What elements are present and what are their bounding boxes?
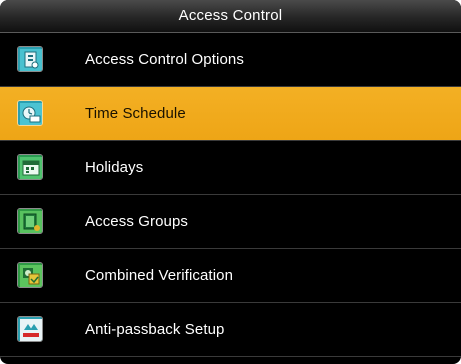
menu-item-label: Combined Verification: [85, 266, 234, 284]
access-groups-icon: [17, 208, 43, 234]
access-control-menu: Access Control Options Time Schedule Hol…: [0, 33, 461, 357]
menu-item-holidays[interactable]: Holidays: [0, 141, 461, 195]
anti-passback-icon: [17, 316, 43, 342]
page-title: Access Control: [0, 0, 461, 33]
time-schedule-icon: [17, 100, 43, 126]
menu-item-time-schedule[interactable]: Time Schedule: [0, 87, 461, 141]
combined-verification-icon: [17, 262, 43, 288]
menu-item-label: Time Schedule: [85, 104, 186, 122]
menu-item-access-control-options[interactable]: Access Control Options: [0, 33, 461, 87]
menu-item-label: Holidays: [85, 158, 144, 176]
menu-item-anti-passback-setup[interactable]: Anti-passback Setup: [0, 303, 461, 357]
menu-item-label: Access Control Options: [85, 50, 244, 68]
menu-item-label: Anti-passback Setup: [85, 320, 225, 338]
access-options-icon: [17, 46, 43, 72]
holidays-icon: [17, 154, 43, 180]
menu-item-access-groups[interactable]: Access Groups: [0, 195, 461, 249]
access-control-screen: Access Control Access Control Options Ti…: [0, 0, 461, 364]
menu-item-combined-verification[interactable]: Combined Verification: [0, 249, 461, 303]
menu-item-label: Access Groups: [85, 212, 189, 230]
